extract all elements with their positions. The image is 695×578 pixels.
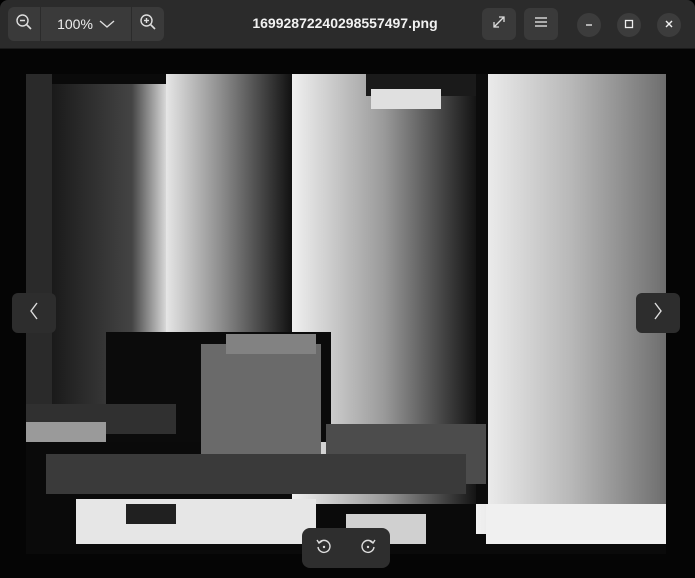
rotate-controls bbox=[302, 528, 390, 568]
header-bar: 100% 16992872240298557497.png bbox=[0, 0, 695, 49]
maximize-button[interactable] bbox=[617, 13, 641, 37]
rotate-right-icon bbox=[359, 537, 377, 560]
main-menu-button[interactable] bbox=[524, 8, 558, 40]
minimize-button[interactable] bbox=[577, 13, 601, 37]
hamburger-menu-icon bbox=[534, 15, 548, 33]
window-title: 16992872240298557497.png bbox=[252, 15, 438, 31]
chevron-down-icon bbox=[99, 16, 115, 32]
fullscreen-button[interactable] bbox=[482, 8, 516, 40]
maximize-icon bbox=[624, 16, 634, 34]
zoom-in-button[interactable] bbox=[132, 7, 164, 41]
zoom-level-label: 100% bbox=[57, 16, 93, 32]
next-image-button[interactable] bbox=[636, 293, 680, 333]
chevron-left-icon bbox=[29, 302, 39, 325]
zoom-in-icon bbox=[139, 13, 157, 36]
image-viewer-window: 100% 16992872240298557497.png bbox=[0, 0, 695, 578]
close-icon bbox=[664, 16, 674, 34]
chevron-right-icon bbox=[653, 302, 663, 325]
rotate-left-icon bbox=[315, 537, 333, 560]
rotate-left-button[interactable] bbox=[306, 530, 342, 566]
minimize-icon bbox=[584, 16, 594, 34]
displayed-image bbox=[26, 74, 666, 554]
previous-image-button[interactable] bbox=[12, 293, 56, 333]
zoom-level-dropdown[interactable]: 100% bbox=[41, 7, 131, 41]
rotate-right-button[interactable] bbox=[350, 530, 386, 566]
zoom-out-button[interactable] bbox=[8, 7, 40, 41]
close-button[interactable] bbox=[657, 13, 681, 37]
expand-icon bbox=[491, 14, 507, 35]
zoom-control-group: 100% bbox=[8, 7, 164, 41]
zoom-out-icon bbox=[15, 13, 33, 36]
